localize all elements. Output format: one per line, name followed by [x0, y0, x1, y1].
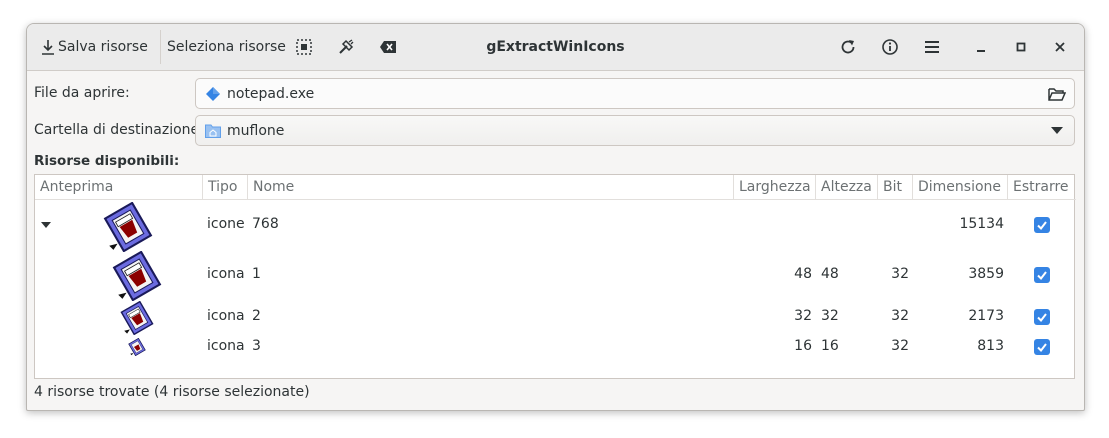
file-label: File da aprire: [34, 85, 130, 101]
row-size: 3859 [968, 266, 1004, 282]
destination-value: muflone [227, 122, 285, 139]
column-name[interactable]: Nome [248, 175, 734, 199]
destination-combo[interactable]: muflone [195, 115, 1075, 146]
row-width: 16 [794, 338, 812, 354]
home-folder-icon [205, 124, 221, 138]
hamburger-menu-icon[interactable] [920, 35, 944, 59]
check-icon [1037, 271, 1047, 281]
check-icon [1037, 221, 1047, 231]
notepad-preview-icon [128, 337, 146, 357]
select-all-icon[interactable] [292, 35, 316, 59]
row-size: 2173 [968, 308, 1004, 324]
check-icon [1037, 313, 1047, 323]
backspace-clear-icon[interactable] [376, 35, 400, 59]
resources-section-title: Risorse disponibili: [34, 153, 180, 169]
notepad-preview-icon [103, 201, 153, 253]
column-size[interactable]: Dimensione [913, 175, 1008, 199]
row-type: icona [207, 308, 245, 324]
row-height: 16 [821, 338, 839, 354]
row-size: 813 [977, 338, 1004, 354]
status-bar-text: 4 risorse trovate (4 risorse selezionate… [34, 384, 310, 400]
row-width: 32 [794, 308, 812, 324]
save-resources-button[interactable]: Salva risorse [41, 24, 148, 70]
row-name: 768 [252, 216, 279, 232]
refresh-icon[interactable] [836, 35, 860, 59]
row-type: icone [207, 216, 245, 232]
open-folder-icon[interactable] [1048, 86, 1066, 102]
column-height[interactable]: Altezza [816, 175, 878, 199]
download-icon [41, 39, 55, 55]
exe-file-icon [205, 86, 221, 102]
extract-checkbox[interactable] [1034, 309, 1050, 325]
table-header: Anteprima Tipo Nome Larghezza Altezza Bi… [35, 175, 1076, 200]
row-bits: 32 [891, 266, 909, 282]
info-icon[interactable] [878, 35, 902, 59]
app-window: Salva risorse Seleziona risorse gExtract… [26, 23, 1085, 411]
maximize-icon[interactable] [1009, 35, 1033, 59]
file-value: notepad.exe [227, 85, 315, 102]
column-preview[interactable]: Anteprima [35, 175, 203, 199]
toolbar-separator [160, 30, 161, 64]
expander-icon[interactable] [40, 221, 52, 229]
close-icon[interactable] [1048, 35, 1072, 59]
row-size: 15134 [959, 216, 1004, 232]
deselect-brush-icon[interactable] [334, 35, 358, 59]
header-bar: Salva risorse Seleziona risorse gExtract… [27, 24, 1084, 71]
row-type: icona [207, 266, 245, 282]
destination-label: Cartella di destinazione: [34, 122, 204, 138]
row-bits: 32 [891, 308, 909, 324]
column-width[interactable]: Larghezza [734, 175, 816, 199]
notepad-preview-icon [120, 300, 154, 336]
column-bits[interactable]: Bit [878, 175, 913, 199]
save-resources-label: Salva risorse [58, 39, 148, 55]
row-name: 2 [252, 308, 261, 324]
column-extract[interactable]: Estrarre [1008, 175, 1074, 199]
select-resources-label: Seleziona risorse [167, 39, 286, 55]
row-width: 48 [794, 266, 812, 282]
row-type: icona [207, 338, 245, 354]
extract-checkbox[interactable] [1034, 217, 1050, 233]
notepad-preview-icon [112, 250, 162, 302]
file-chooser[interactable]: notepad.exe [195, 78, 1075, 109]
check-icon [1037, 343, 1047, 353]
row-name: 1 [252, 266, 261, 282]
minimize-icon[interactable] [969, 35, 993, 59]
extract-checkbox[interactable] [1034, 339, 1050, 355]
row-height: 48 [821, 266, 839, 282]
extract-checkbox[interactable] [1034, 267, 1050, 283]
row-height: 32 [821, 308, 839, 324]
select-resources-button[interactable]: Seleziona risorse [167, 24, 286, 70]
column-type[interactable]: Tipo [203, 175, 248, 199]
chevron-down-icon [1051, 127, 1063, 135]
row-bits: 32 [891, 338, 909, 354]
resources-table: Anteprima Tipo Nome Larghezza Altezza Bi… [34, 174, 1076, 379]
row-name: 3 [252, 338, 261, 354]
